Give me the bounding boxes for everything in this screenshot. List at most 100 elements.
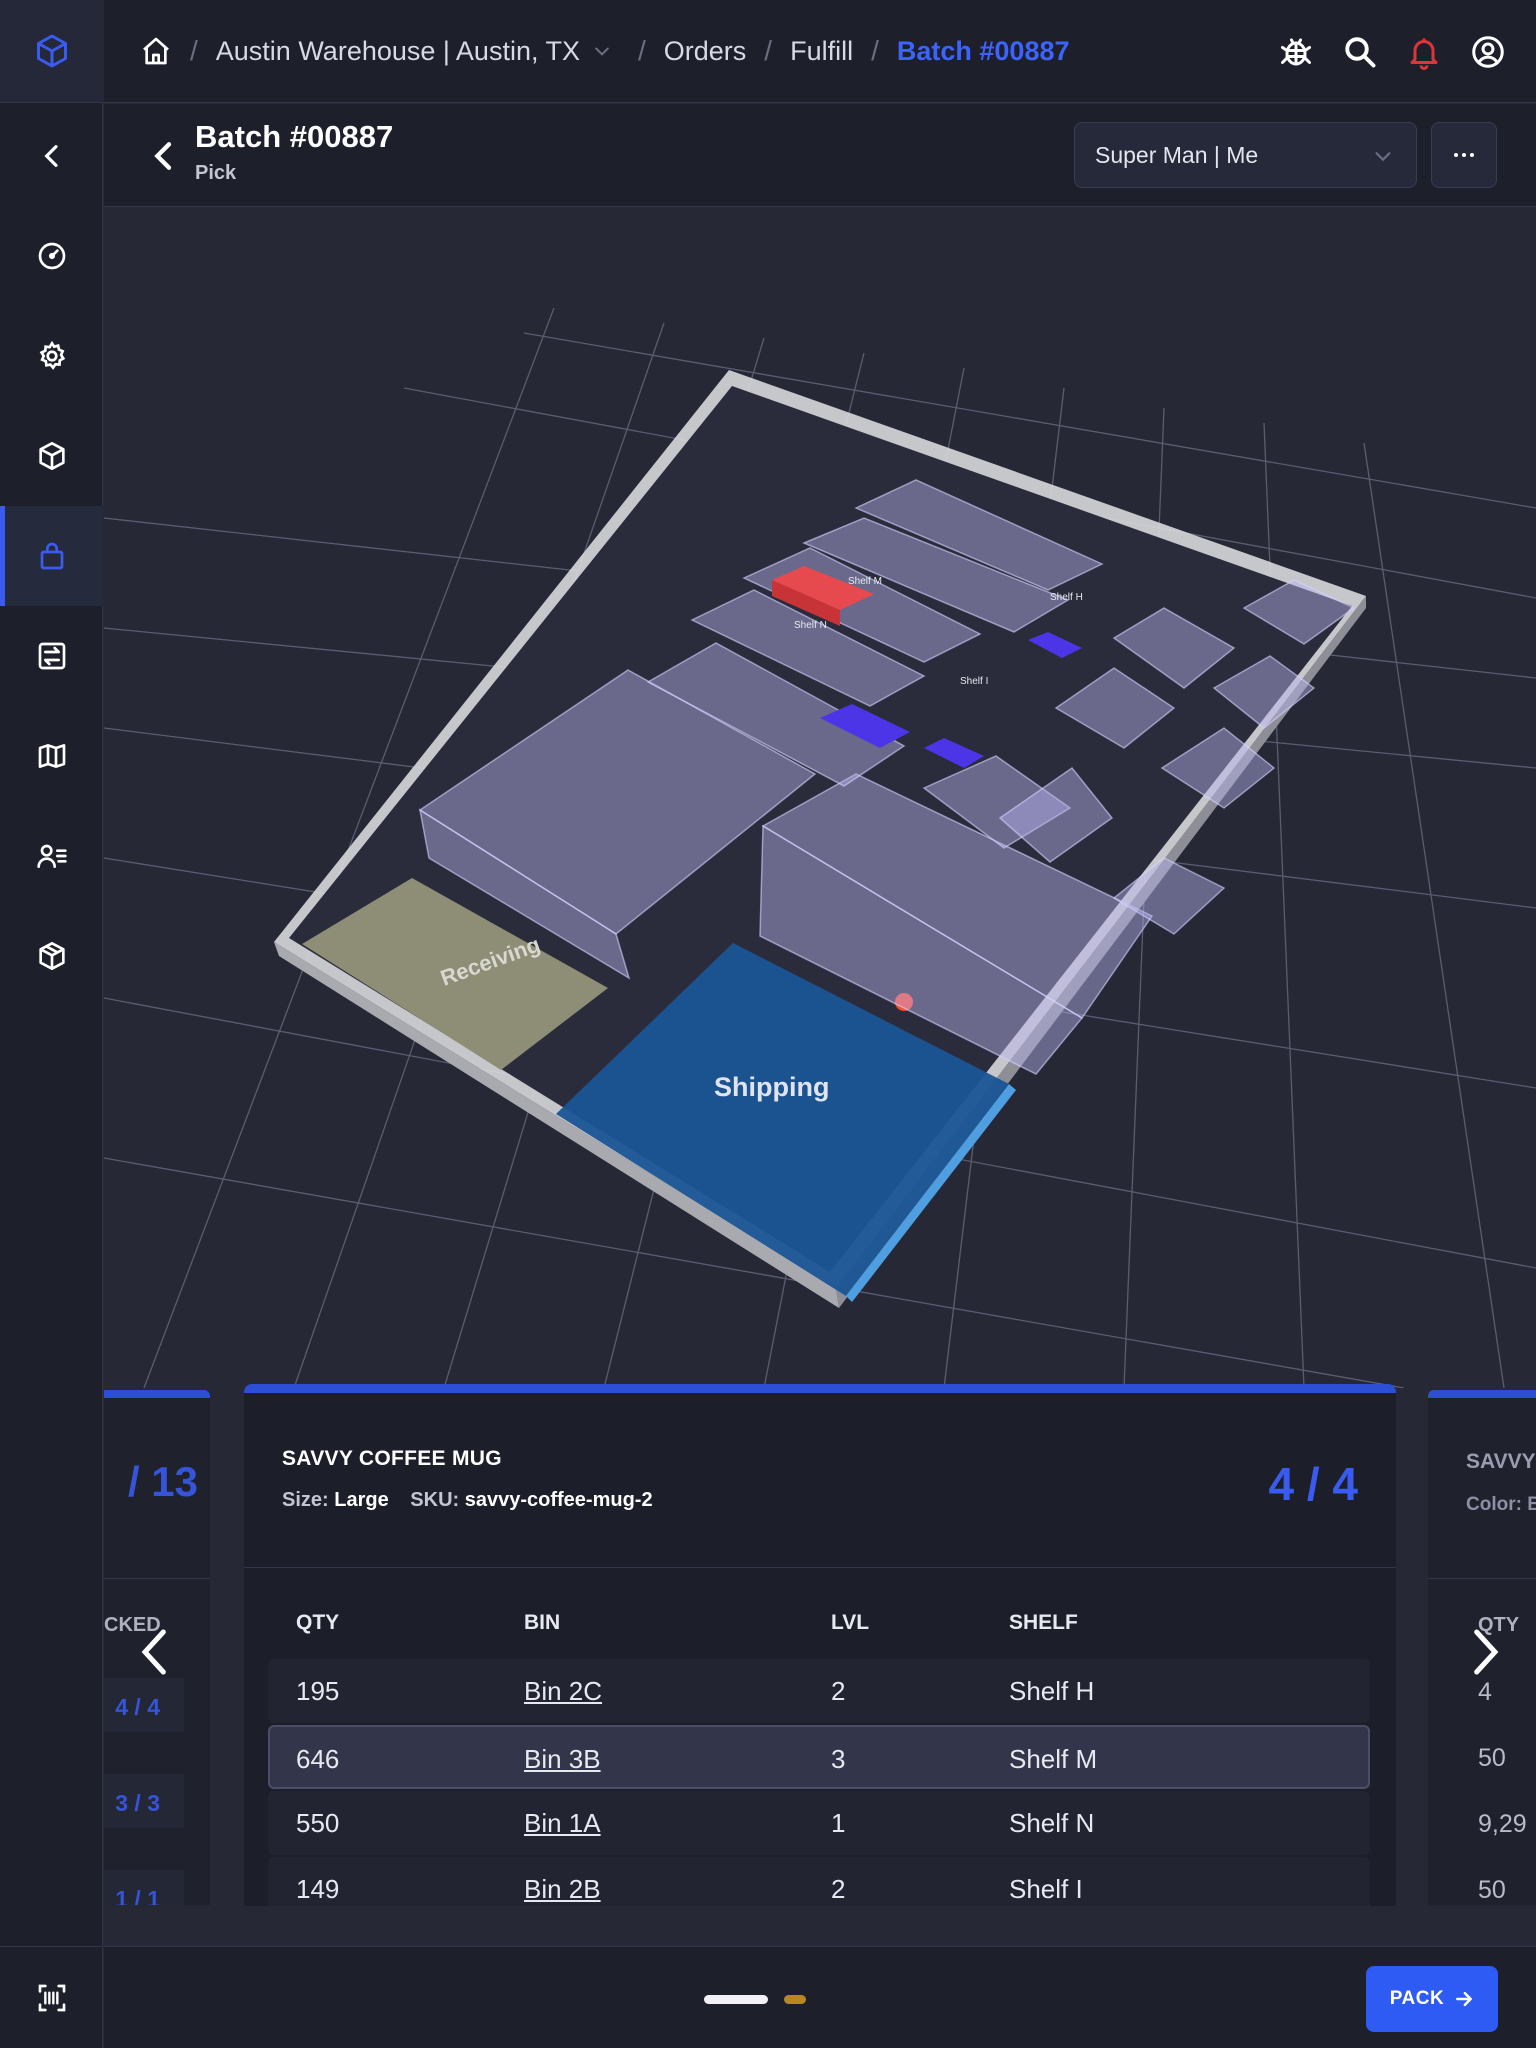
shelf-label: Shelf N	[794, 620, 827, 631]
breadcrumb-batch: Batch #00887	[896, 35, 1070, 66]
row-lvl: 1	[831, 1808, 846, 1838]
size-label: Size:	[282, 1489, 329, 1511]
nav-map[interactable]	[0, 706, 103, 806]
row-qty: 550	[296, 1808, 340, 1838]
row-bin-link[interactable]: Bin 2C	[524, 1676, 602, 1707]
column-header-lvl: LVL	[831, 1611, 870, 1634]
next-item-button[interactable]	[1460, 1622, 1510, 1682]
item-meta: Size: Large SKU: savvy-coffee-mug-2	[282, 1489, 653, 1512]
next-row-qty: 9,29	[1478, 1810, 1527, 1838]
table-row[interactable]: 149 Bin 2B 2 Shelf I	[268, 1857, 1370, 1906]
row-bin-link[interactable]: Bin 3B	[524, 1744, 601, 1775]
packed-count: 4 / 4	[115, 1694, 160, 1720]
gear-icon	[39, 340, 65, 370]
pick-progress: 4 / 4	[1268, 1458, 1358, 1510]
table-row-selected[interactable]: 646 Bin 3B 3 Shelf M	[268, 1725, 1370, 1789]
assignee-select[interactable]: Super Man | Me	[1074, 122, 1417, 188]
warehouse-map-canvas[interactable]: Receiving Shipping Shelf M Shelf N Shelf…	[104, 208, 1536, 1388]
chevron-down-icon[interactable]	[592, 41, 612, 61]
more-options-button[interactable]	[1431, 122, 1497, 188]
next-row-qty: 50	[1478, 1876, 1506, 1904]
next-item-meta: Color: B	[1466, 1494, 1536, 1515]
column-header-shelf: SHELF	[1009, 1611, 1078, 1634]
chevron-down-icon	[1375, 152, 1391, 162]
bell-icon[interactable]	[1406, 34, 1442, 70]
user-account-icon[interactable]	[1470, 34, 1506, 70]
chevron-left-icon	[43, 145, 58, 167]
card-divider	[244, 1567, 1396, 1568]
barcode-scan-button[interactable]	[0, 1946, 103, 2048]
pager-dot[interactable]	[784, 1995, 806, 2004]
assignee-select-value: Super Man | Me	[1095, 141, 1259, 168]
chevron-left-icon	[141, 1629, 166, 1675]
next-item-name: SAVVY	[1466, 1450, 1536, 1473]
row-shelf: Shelf M	[1009, 1744, 1098, 1774]
row-shelf: Shelf N	[1009, 1808, 1095, 1838]
table-row[interactable]: 195 Bin 2C 2 Shelf H	[268, 1659, 1370, 1723]
breadcrumb-separator: /	[190, 35, 198, 66]
shelf-label: Shelf I	[960, 676, 988, 687]
next-row-qty: 50	[1478, 1744, 1506, 1772]
row-qty: 195	[296, 1676, 340, 1706]
user-list-icon	[36, 844, 67, 868]
collapse-sidebar-button[interactable]	[0, 106, 103, 206]
size-value: Large	[334, 1489, 389, 1511]
packed-count: 1 / 1	[115, 1886, 160, 1905]
ellipsis-icon	[1454, 153, 1474, 157]
nav-transfers[interactable]	[0, 606, 103, 706]
nav-packages[interactable]	[0, 906, 103, 1006]
pager-dot-active[interactable]	[704, 1995, 768, 2004]
back-arrow-icon[interactable]	[144, 136, 184, 176]
previous-item-count: / 13	[127, 1458, 198, 1505]
shipping-label: Shipping	[714, 1072, 829, 1102]
page-subtitle: Pick	[195, 162, 237, 184]
item-name: SAVVY COFFEE MUG	[282, 1447, 502, 1470]
row-lvl: 3	[831, 1744, 846, 1774]
shelf-label: Shelf H	[1050, 592, 1083, 603]
nav-settings[interactable]	[0, 306, 103, 406]
arrow-right-icon	[1456, 1991, 1473, 2007]
box-icon	[38, 442, 65, 470]
map-icon	[38, 744, 65, 768]
row-shelf: Shelf H	[1009, 1676, 1095, 1706]
chevron-right-icon	[1474, 1629, 1499, 1675]
gauge-icon	[38, 242, 65, 270]
card-divider	[1428, 1578, 1536, 1579]
breadcrumb-location[interactable]: Austin Warehouse | Austin, TX	[216, 36, 580, 67]
top-bar: / Austin Warehouse | Austin, TX / Orders…	[104, 0, 1536, 103]
row-bin-link[interactable]: Bin 1A	[524, 1808, 601, 1839]
breadcrumb-orders[interactable]: Orders	[664, 36, 747, 67]
transfer-icon	[38, 642, 65, 670]
breadcrumb-separator: /	[637, 35, 646, 66]
warehouse-3d-map[interactable]: Receiving Shipping Shelf M Shelf N Shelf…	[104, 208, 1536, 1388]
row-qty: 149	[296, 1874, 340, 1904]
bottom-bar: PACK	[104, 1946, 1536, 2048]
pack-button-label: PACK	[1389, 1988, 1445, 2009]
next-row-qty: 4	[1478, 1678, 1492, 1706]
bug-icon[interactable]	[1278, 34, 1314, 70]
row-shelf: Shelf I	[1009, 1874, 1083, 1904]
breadcrumb-separator: /	[871, 35, 879, 66]
row-lvl: 2	[831, 1676, 846, 1706]
barcode-icon	[38, 1984, 65, 2011]
breadcrumb-separator: /	[764, 35, 773, 66]
home-icon[interactable]	[140, 35, 172, 67]
column-header-bin: BIN	[524, 1611, 561, 1634]
page-header: Batch #00887 Pick Super Man | Me	[104, 104, 1536, 207]
search-icon[interactable]	[1342, 34, 1378, 70]
sidebar	[0, 0, 103, 2048]
row-lvl: 2	[831, 1874, 846, 1904]
sku-value: savvy-coffee-mug-2	[464, 1489, 653, 1511]
nav-inventory[interactable]	[0, 406, 103, 506]
shopping-bag-icon	[40, 542, 63, 570]
breadcrumb-fulfill[interactable]: Fulfill	[790, 36, 853, 67]
app-logo[interactable]	[0, 0, 103, 103]
pack-button[interactable]: PACK	[1366, 1966, 1498, 2032]
nav-orders[interactable]	[0, 506, 103, 606]
row-bin-link[interactable]: Bin 2B	[524, 1874, 601, 1905]
nav-dashboard[interactable]	[0, 206, 103, 306]
table-row[interactable]: 550 Bin 1A 1 Shelf N	[268, 1791, 1370, 1855]
nav-users[interactable]	[0, 806, 103, 906]
previous-item-button[interactable]	[130, 1622, 180, 1682]
top-actions	[1278, 0, 1506, 103]
